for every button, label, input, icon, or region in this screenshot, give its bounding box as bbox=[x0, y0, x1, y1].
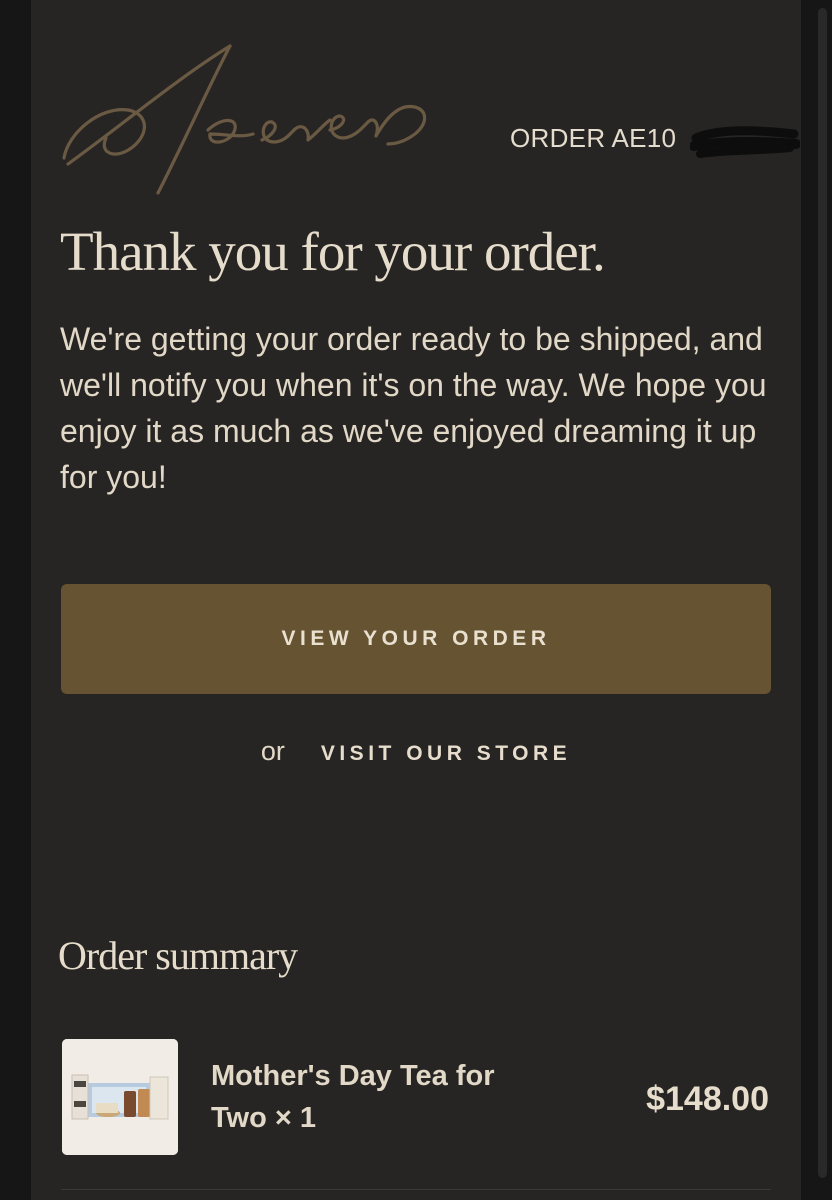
order-message: We're getting your order ready to be shi… bbox=[60, 321, 767, 495]
screen: ORDER AE10 Thank you for your order. We'… bbox=[0, 0, 832, 1200]
brand-logo bbox=[62, 44, 427, 195]
order-number: ORDER AE10 bbox=[510, 123, 677, 153]
product-name: Mother's Day Tea for Two × 1 bbox=[211, 1060, 495, 1134]
product-price: $148.00 bbox=[646, 1080, 769, 1118]
secondary-actions: or VISIT OUR STORE bbox=[0, 736, 832, 767]
order-summary-title: Order summary bbox=[58, 933, 298, 978]
tea-gift-set-image bbox=[62, 1039, 178, 1155]
scrollbar[interactable] bbox=[818, 8, 827, 1178]
view-order-label: VIEW YOUR ORDER bbox=[281, 627, 551, 650]
visit-store-link[interactable]: VISIT OUR STORE bbox=[321, 742, 571, 765]
summary-divider bbox=[61, 1189, 771, 1190]
product-thumbnail bbox=[62, 1039, 178, 1155]
view-order-button[interactable]: VIEW YOUR ORDER bbox=[61, 584, 771, 694]
page-title: Thank you for your order. bbox=[60, 221, 606, 282]
or-separator: or bbox=[260, 736, 285, 766]
redaction-mark bbox=[690, 126, 800, 158]
